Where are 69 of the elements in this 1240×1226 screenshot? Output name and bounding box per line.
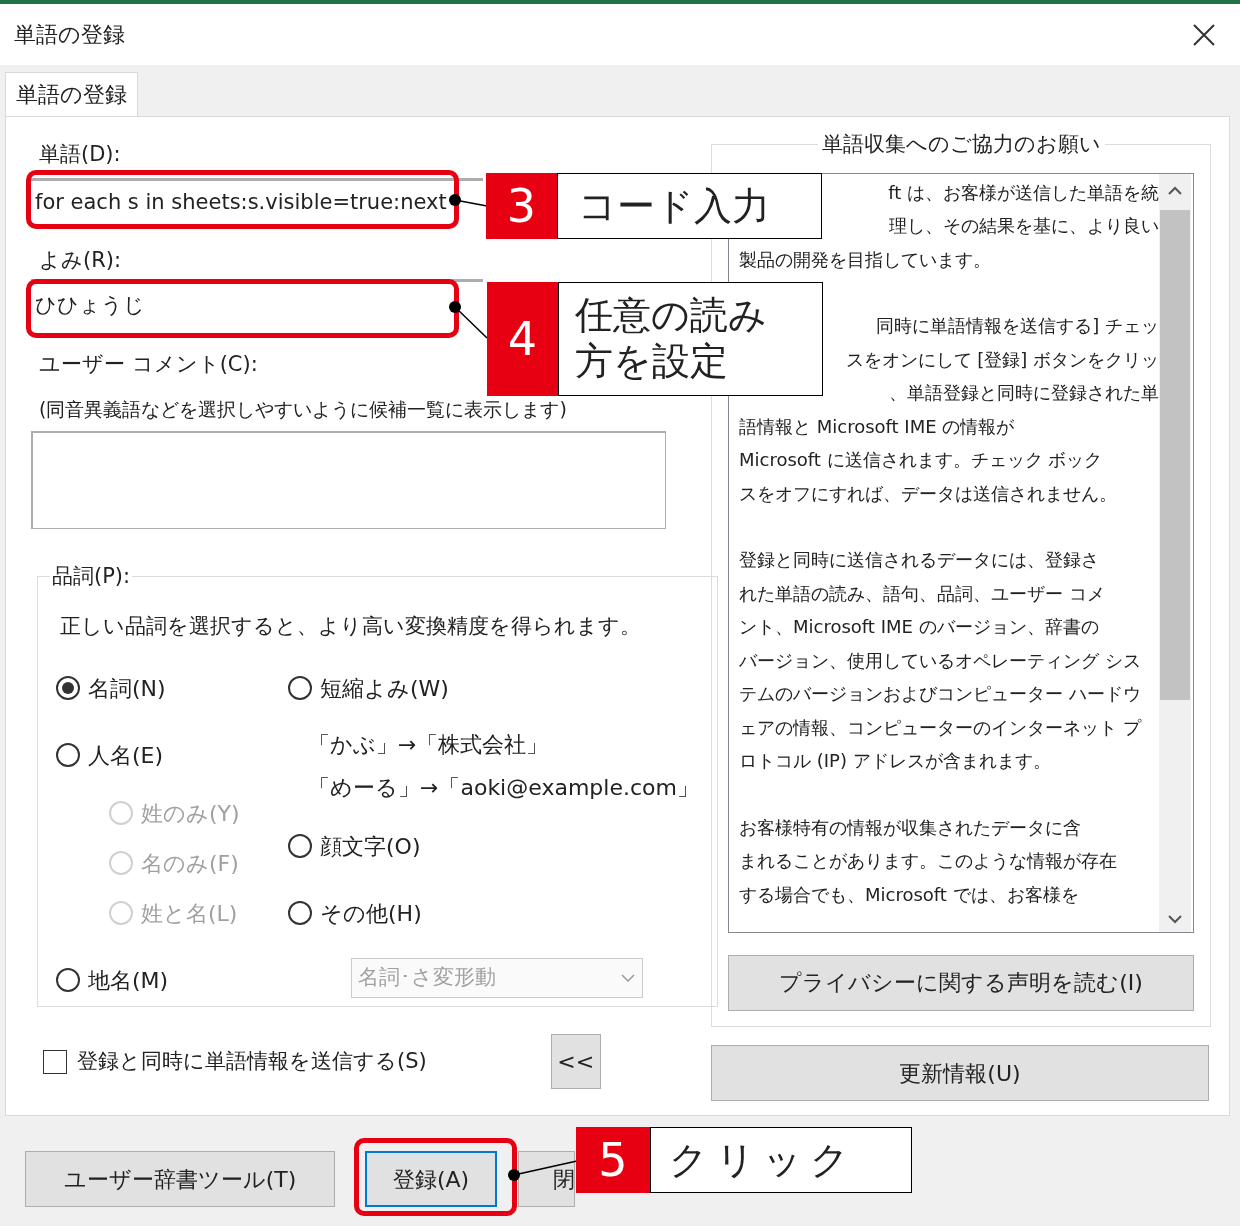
description-text: 正しい品詞を選択すると、より高い変換精度を得られます。: [60, 612, 642, 640]
info-text-line: スをオフにすれば、データは送信されません。: [739, 481, 1117, 506]
example-text: 「めーる」→「aoki@example.com」: [308, 774, 699, 802]
radio-button[interactable]: [288, 901, 312, 925]
dialog-button[interactable]: 閉: [518, 1151, 575, 1207]
info-text-line: Microsoft に送信されます。チェック ボック: [739, 448, 1103, 473]
chevron-up-icon[interactable]: [1167, 185, 1183, 196]
checkbox[interactable]: [43, 1049, 67, 1074]
comment-field[interactable]: [31, 431, 666, 529]
info-text-line: まれることがあります。このような情報が存在: [739, 849, 1117, 874]
callout-text: クリック: [650, 1127, 912, 1193]
scrollbar-thumb[interactable]: [1160, 209, 1190, 700]
radio-label: 名のみ(F): [141, 849, 239, 878]
privacy-button[interactable]: プライバシーに関する声明を読む(I): [728, 954, 1194, 1011]
dialog-button[interactable]: ユーザー辞書ツール(T): [25, 1151, 335, 1207]
collapse-button[interactable]: <<: [550, 1034, 601, 1089]
info-text-line: 製品の開発を目指しています。: [739, 247, 991, 272]
step-number: 5: [576, 1127, 650, 1193]
leader-line: [449, 300, 489, 340]
update-button[interactable]: 更新情報(U): [711, 1045, 1209, 1101]
info-text-line: テムのバージョンおよびコンピューター ハードウ: [739, 682, 1141, 707]
radio-button[interactable]: [56, 968, 80, 992]
radio-label: その他(H): [320, 899, 422, 928]
info-text-line: ェアの情報、コンピューターのインターネット プ: [739, 715, 1141, 740]
info-text-line: 同時に単語情報を送信する] チェッ: [876, 314, 1159, 339]
radio-button[interactable]: [288, 676, 312, 700]
step-number: 3: [486, 173, 557, 239]
field-label: ユーザー コメント(C):: [39, 351, 258, 378]
info-text-line: お客様特有の情報が収集されたデータに含: [739, 815, 1081, 840]
group-title: 品詞(P):: [51, 563, 132, 590]
radio-label: 顔文字(O): [320, 832, 421, 861]
tab[interactable]: 単語の登録: [5, 72, 138, 116]
chevron-down-icon[interactable]: [1167, 913, 1183, 924]
info-text-line: ft は、お客様が送信した単語を統: [888, 180, 1159, 205]
word-field[interactable]: for each s in sheets:s.visible=true:next: [31, 178, 483, 225]
info-text-line: バージョン、使用しているオペレーティング シス: [739, 648, 1141, 673]
checkbox-label: 登録と同時に単語情報を送信する(S): [77, 1047, 427, 1075]
radio-label: 名詞(N): [88, 674, 166, 703]
close-icon[interactable]: [1192, 22, 1216, 47]
info-text-line: ロトコル (IP) アドレスが含まれます。: [739, 749, 1051, 774]
radio-button[interactable]: [56, 676, 80, 700]
info-text-line: れた単語の読み、語句、品詞、ユーザー コメ: [739, 581, 1105, 606]
radio-button[interactable]: [288, 834, 312, 858]
callout-text: コード入力: [557, 173, 822, 239]
radio-label: 短縮よみ(W): [320, 674, 449, 703]
radio-label: 人名(E): [88, 741, 164, 770]
radio-button[interactable]: [56, 743, 80, 767]
hint-text: (同音異義語などを選択しやすいように候補一覧に表示します): [39, 397, 567, 422]
field-label: よみ(R):: [39, 247, 122, 274]
window-title: 単語の登録: [14, 21, 125, 49]
example-text: 「かぶ」→「株式会社」: [308, 731, 550, 759]
dialog-button[interactable]: 登録(A): [365, 1151, 497, 1207]
info-text-line: 理し、その結果を基に、より良い: [889, 214, 1159, 239]
step-number: 4: [487, 282, 558, 396]
info-text-line: スをオンにして [登録] ボタンをクリッ: [845, 347, 1159, 372]
info-text-line: 登録と同時に送信されるデータには、登録さ: [739, 548, 1099, 573]
info-text-line: する場合でも、Microsoft では、お客様を: [739, 882, 1079, 907]
group-title: 単語収集へのご協力のお願い: [820, 131, 1102, 158]
scrollbar[interactable]: [1159, 173, 1191, 932]
field-label: 単語(D):: [39, 141, 121, 168]
radio-label: 姓のみ(Y): [141, 799, 240, 828]
chevron-down-icon: [620, 973, 636, 983]
radio-label: 地名(M): [88, 966, 169, 995]
info-text-line: 語情報と Microsoft IME の情報が: [739, 414, 1015, 439]
leader-line: [449, 192, 489, 208]
callout-text: 任意の読み方を設定: [558, 282, 823, 396]
info-text-line: 、単語登録と同時に登録された単: [889, 381, 1159, 406]
radio-label: 姓と名(L): [141, 899, 238, 928]
info-text-line: ント、Microsoft IME のバージョン、辞書の: [739, 615, 1099, 640]
